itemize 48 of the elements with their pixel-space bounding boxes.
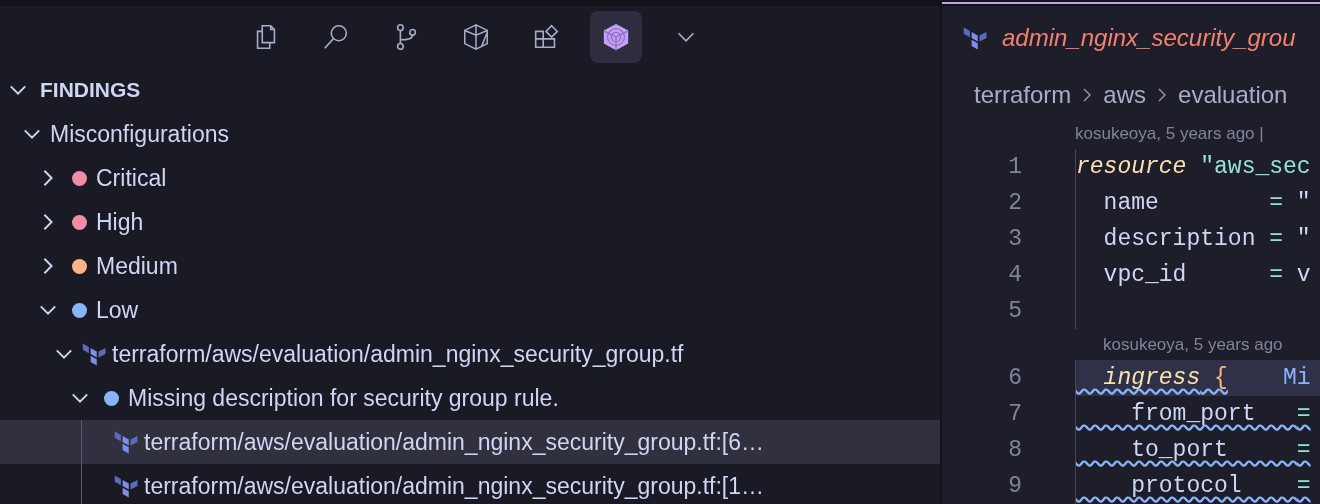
line-number: 9 (1007, 473, 1022, 499)
blame-annotation: kosukeoya, 5 years ago | (1075, 123, 1264, 144)
code-token: resource (1076, 154, 1187, 180)
scanner-button[interactable] (590, 11, 642, 63)
code-token: v (1295, 262, 1311, 288)
breadcrumb-item[interactable]: evaluation (1178, 81, 1288, 109)
code-token: ingress (1102, 365, 1201, 391)
breadcrumb-item[interactable]: aws (1103, 81, 1147, 109)
inline-diagnostic: Mi (1282, 365, 1311, 391)
editor-tab[interactable]: admin_nginx_security_grou (942, 2, 1320, 72)
code-token: protocol (1130, 473, 1243, 499)
blame-annotation: kosukeoya, 5 years ago (1103, 334, 1283, 355)
tree-item[interactable]: Misconfigurations (0, 112, 940, 156)
line-number: 4 (1007, 262, 1022, 288)
line-number: 2 (1007, 190, 1022, 216)
tree-item[interactable]: High (0, 200, 940, 244)
hexagon-target-icon (601, 22, 631, 52)
cube-icon (461, 22, 491, 52)
code-token: from_port (1130, 401, 1257, 427)
code-token: " (1295, 190, 1311, 216)
line-number: 5 (1007, 298, 1022, 324)
line-number: 8 (1007, 437, 1022, 463)
code-token: name (1102, 190, 1160, 216)
tree-item[interactable]: terraform/aws/evaluation/admin_nginx_security_group.tf:[1… (0, 464, 940, 504)
code-token: vpc_id (1102, 262, 1188, 288)
code-token: = (1269, 226, 1284, 252)
tree-item[interactable]: Medium (0, 244, 940, 288)
code-token: = (1296, 473, 1311, 499)
code-token: "aws_sec (1199, 154, 1311, 180)
tree-item[interactable]: Missing description for security group rule. (0, 376, 940, 420)
line-number: 7 (1007, 401, 1022, 427)
tree-item[interactable]: terraform/aws/evaluation/admin_nginx_security_group.tf (0, 332, 940, 376)
code-token: description (1102, 226, 1257, 252)
code-token: " (1295, 226, 1311, 252)
code-token: = (1296, 401, 1311, 427)
tree-item[interactable]: terraform/aws/evaluation/admin_nginx_security_group.tf:[6… (0, 420, 940, 464)
tree-item[interactable]: Low (0, 288, 940, 332)
line-number: 1 (1007, 154, 1022, 180)
breadcrumb-item[interactable]: terraform (974, 81, 1072, 109)
code-token: = (1269, 262, 1284, 288)
line-number: 3 (1007, 226, 1022, 252)
section-title: FINDINGS (40, 78, 141, 102)
code-token: = (1296, 437, 1311, 463)
code-token: to_port (1130, 437, 1229, 463)
line-number: 6 (1007, 365, 1022, 391)
code-token: = (1269, 190, 1284, 216)
code-token: { (1213, 365, 1228, 391)
tree-item[interactable]: Critical (0, 156, 940, 200)
